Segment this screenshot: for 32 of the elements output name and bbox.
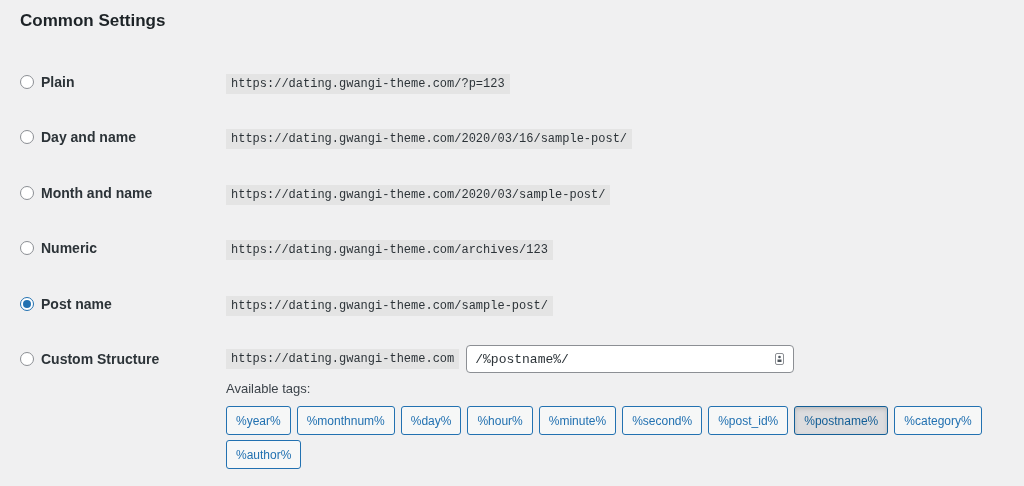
tag-button[interactable]: %hour%	[467, 406, 533, 435]
url-example: https://dating.gwangi-theme.com/archives/123	[226, 240, 553, 261]
radio-button[interactable]	[20, 130, 34, 145]
tag-button[interactable]: %post_id%	[708, 406, 789, 435]
url-example: https://dating.gwangi-theme.com/2020/03/16/sample-post/	[226, 129, 633, 150]
available-tags-label: Available tags:	[226, 381, 311, 396]
url-example: https://dating.gwangi-theme.com/?p=123	[226, 73, 510, 94]
radio-button[interactable]	[20, 241, 34, 256]
radio-button[interactable]	[20, 74, 34, 89]
url-prefix: https://dating.gwangi-theme.com	[226, 349, 460, 370]
tag-button[interactable]: %monthnum%	[296, 406, 395, 435]
url-example: https://dating.gwangi-theme.com/2020/03/sample-post/	[226, 184, 611, 205]
radio-button[interactable]	[20, 352, 34, 367]
option-label: Month and name	[41, 184, 153, 201]
option-label: Day and name	[41, 129, 136, 146]
option-label: Numeric	[41, 240, 98, 257]
option-label: Plain	[41, 73, 75, 90]
url-example: https://dating.gwangi-theme.com/sample-post/	[226, 295, 553, 316]
tag-button[interactable]: %day%	[400, 406, 462, 435]
tag-button[interactable]: %minute%	[538, 406, 617, 435]
tag-button[interactable]: %category%	[894, 406, 982, 435]
section-heading: Common Settings	[20, 10, 167, 32]
radio-button[interactable]	[20, 296, 34, 311]
structure-field[interactable]: /%postname%/	[466, 345, 795, 374]
tag-button[interactable]: %year%	[226, 406, 291, 435]
radio-button[interactable]	[20, 185, 34, 200]
option-label: Post name	[41, 295, 112, 312]
tag-button[interactable]: %second%	[622, 406, 703, 435]
tag-button[interactable]: %author%	[226, 440, 302, 469]
option-label: Custom Structure	[41, 351, 160, 368]
tag-button[interactable]: %postname%	[794, 406, 889, 435]
card-icon	[775, 353, 785, 366]
